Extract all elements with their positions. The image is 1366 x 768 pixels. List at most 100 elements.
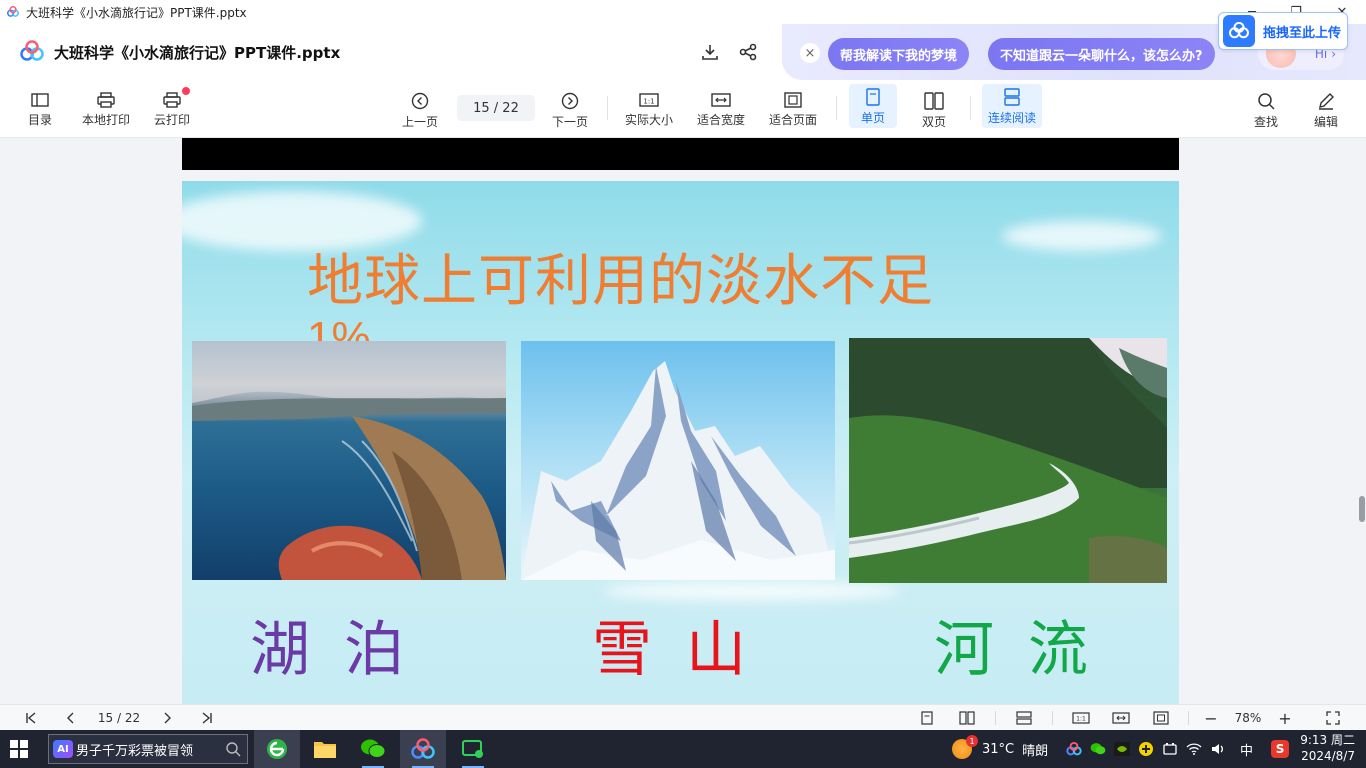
baidu-netdisk-tray-icon[interactable] — [1066, 742, 1082, 756]
windows-start-icon[interactable] — [10, 740, 28, 758]
cloud-print-button[interactable]: 云打印 — [142, 88, 202, 132]
statusbar-page-indicator[interactable]: 15 / 22 — [90, 711, 148, 725]
cloud-upload-icon — [1223, 15, 1255, 47]
cloud-decoration — [602, 581, 902, 601]
find-button[interactable]: 查找 — [1236, 88, 1296, 132]
actual-size-button[interactable]: 1:1 实际大小 — [619, 88, 679, 132]
statusbar-divider — [1052, 711, 1053, 725]
taskbar-app-browser[interactable] — [254, 730, 300, 768]
continuous-view-icon[interactable] — [1015, 709, 1033, 727]
zoom-out-button[interactable]: − — [1202, 709, 1220, 728]
double-page-button[interactable]: 双页 — [904, 88, 964, 132]
arrow-right-circle-icon — [561, 92, 579, 110]
first-page-icon[interactable] — [22, 709, 40, 727]
baidu-netdisk-logo-icon — [20, 40, 44, 61]
next-page-icon[interactable] — [158, 709, 176, 727]
taskbar-app-screen-recorder[interactable] — [450, 730, 496, 768]
document-viewer[interactable]: 1% 地球上可利用的淡水不足 湖泊 雪山 河流 — [0, 138, 1366, 704]
double-page-icon — [924, 92, 944, 110]
download-icon[interactable] — [698, 40, 722, 64]
toc-button[interactable]: 目录 — [10, 88, 70, 132]
toolbar-divider — [607, 96, 608, 120]
window-titlebar: 大班科学《小水滴旅行记》PPT课件.pptx ─ ❐ ✕ — [0, 0, 1366, 24]
svg-text:1:1: 1:1 — [1076, 716, 1086, 723]
fit-width-button[interactable]: 适合宽度 — [691, 88, 751, 132]
fit-page-icon — [784, 92, 802, 108]
search-query: 男子千万彩票被冒领 — [76, 743, 194, 759]
slide-page: 1% 地球上可利用的淡水不足 湖泊 雪山 河流 — [182, 181, 1179, 704]
continuous-reading-button[interactable]: 连续阅读 — [982, 84, 1042, 128]
vertical-scrollbar[interactable] — [1359, 496, 1365, 522]
last-page-icon[interactable] — [198, 709, 216, 727]
caption-snow-mountain: 雪山 — [592, 615, 780, 685]
baidu-netdisk-icon — [411, 738, 435, 759]
upload-label: 拖拽至此上传 — [1263, 25, 1342, 41]
taskbar-search-box[interactable]: AI 男子千万彩票被冒领 — [48, 734, 248, 764]
browser-icon — [267, 739, 287, 759]
wifi-icon[interactable] — [1186, 742, 1202, 756]
ai-suggestion-chip[interactable]: 不知道跟云一朵聊什么，该怎么办? — [988, 38, 1215, 70]
plus-app-icon[interactable] — [1138, 741, 1154, 757]
weather-description: 晴朗 — [1022, 743, 1049, 759]
fullscreen-icon[interactable] — [1324, 709, 1342, 727]
battery-icon[interactable] — [1162, 742, 1178, 756]
sogou-ime-icon[interactable]: S — [1271, 740, 1290, 758]
fit-page-icon[interactable] — [1152, 709, 1170, 727]
previous-slide-bottom — [182, 138, 1179, 170]
river-photo — [849, 338, 1167, 583]
taskbar-app-wechat[interactable] — [350, 730, 396, 768]
double-page-view-icon[interactable] — [958, 709, 976, 727]
toolbar-divider — [836, 96, 837, 120]
slide-title: 地球上可利用的淡水不足 — [307, 249, 934, 314]
weather-widget[interactable]: 1 31°C 晴朗 — [952, 730, 1048, 768]
reader-toolbar — [0, 80, 1366, 138]
taskbar-app-baidu-netdisk[interactable] — [400, 730, 446, 768]
lake-photo — [192, 341, 506, 580]
search-icon — [1258, 93, 1275, 110]
single-page-icon — [866, 88, 880, 106]
continuous-reading-icon — [1004, 88, 1020, 106]
notification-dot — [182, 87, 190, 95]
clock-date: 2024/8/7 — [1301, 749, 1355, 763]
reader-statusbar: 15 / 22 1:1 − 78% + — [0, 704, 1366, 730]
actual-size-icon[interactable]: 1:1 — [1072, 709, 1090, 727]
taskbar-app-file-explorer[interactable] — [302, 730, 348, 768]
clock-time: 9:13 周二 — [1300, 733, 1355, 747]
caption-river: 河流 — [934, 615, 1122, 685]
single-page-view-icon[interactable] — [918, 709, 936, 727]
baidu-netdisk-icon — [7, 6, 19, 17]
volume-icon[interactable] — [1210, 742, 1226, 756]
nvidia-icon[interactable] — [1114, 742, 1130, 756]
system-tray: 中 S — [1066, 730, 1290, 768]
local-print-button[interactable]: 本地打印 — [76, 88, 136, 132]
document-title: 大班科学《小水滴旅行记》PPT课件.pptx — [54, 44, 341, 62]
prev-page-button[interactable]: 上一页 — [390, 88, 450, 132]
single-page-button[interactable]: 单页 — [849, 84, 897, 128]
wechat-icon — [361, 739, 386, 758]
zoom-in-button[interactable]: + — [1276, 709, 1294, 728]
share-icon[interactable] — [736, 40, 760, 64]
ai-panel-close-icon[interactable]: × — [800, 43, 820, 63]
pencil-icon — [1319, 93, 1334, 110]
weather-badge: 1 — [966, 735, 978, 747]
actual-size-icon: 1:1 — [639, 93, 659, 107]
cloud-decoration — [1002, 221, 1162, 251]
snow-mountain-photo — [521, 341, 835, 580]
fit-width-icon[interactable] — [1112, 709, 1130, 727]
prev-page-icon[interactable] — [62, 709, 80, 727]
drag-upload-button[interactable]: 拖拽至此上传 — [1218, 12, 1348, 50]
system-clock[interactable]: 9:13 周二 2024/8/7 — [1297, 732, 1355, 764]
next-page-button[interactable]: 下一页 — [540, 88, 600, 132]
fit-page-button[interactable]: 适合页面 — [763, 88, 823, 132]
cloud-printer-icon — [163, 92, 181, 108]
search-icon — [226, 742, 241, 757]
folder-icon — [314, 742, 336, 758]
ai-suggestion-chip[interactable]: 帮我解读下我的梦境 — [828, 38, 970, 70]
arrow-left-circle-icon — [411, 92, 429, 110]
edit-button[interactable]: 编辑 — [1296, 88, 1356, 132]
wechat-tray-icon[interactable] — [1090, 742, 1106, 756]
ime-indicator[interactable]: 中 — [1240, 740, 1253, 759]
window-title: 大班科学《小水滴旅行记》PPT课件.pptx — [26, 5, 247, 20]
zoom-level[interactable]: 78% — [1228, 711, 1268, 725]
page-number-input[interactable]: 15 / 22 — [457, 95, 535, 121]
